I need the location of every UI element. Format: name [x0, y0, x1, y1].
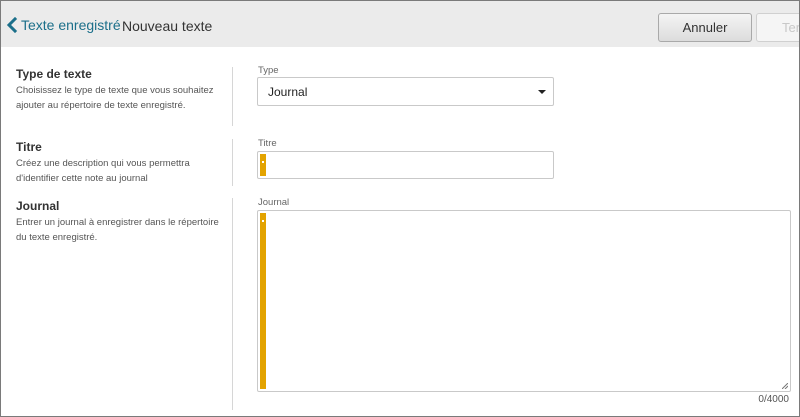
journal-section-description: Entrer un journal à enregistrer dans le …: [16, 217, 219, 243]
cancel-button[interactable]: Annuler: [658, 13, 752, 42]
type-select[interactable]: Journal: [257, 77, 554, 106]
chevron-left-icon: [6, 17, 18, 33]
type-section-description: Choisissez le type de texte que vous sou…: [16, 85, 214, 111]
chevron-down-icon: [538, 90, 546, 94]
page-title: Nouveau texte: [122, 18, 213, 34]
character-counter: 0/4000: [758, 394, 789, 405]
titre-field-label: Titre: [258, 138, 277, 149]
header-bar: Texte enregistré Nouveau texte Annuler T…: [1, 1, 799, 47]
finish-button[interactable]: Ter: [756, 13, 799, 42]
type-select-value: Journal: [268, 84, 308, 99]
journal-section-title: Journal: [16, 199, 60, 213]
required-indicator: [260, 154, 266, 176]
new-text-page: Texte enregistré Nouveau texte Annuler T…: [0, 0, 800, 417]
journal-textarea[interactable]: [257, 210, 791, 392]
titre-section-title: Titre: [16, 140, 42, 154]
section-divider: [232, 198, 233, 410]
resize-handle-icon[interactable]: [782, 383, 788, 389]
type-section-title: Type de texte: [16, 67, 92, 81]
journal-field-label: Journal: [258, 197, 290, 208]
titre-section-description: Créez une description qui vous permettra…: [16, 158, 190, 184]
type-field-label: Type: [258, 65, 279, 76]
section-divider: [232, 139, 233, 186]
back-link-label: Texte enregistré: [21, 17, 121, 33]
required-indicator: [260, 213, 266, 389]
section-divider: [232, 67, 233, 126]
titre-input[interactable]: [257, 151, 554, 179]
back-link[interactable]: Texte enregistré: [6, 15, 121, 35]
